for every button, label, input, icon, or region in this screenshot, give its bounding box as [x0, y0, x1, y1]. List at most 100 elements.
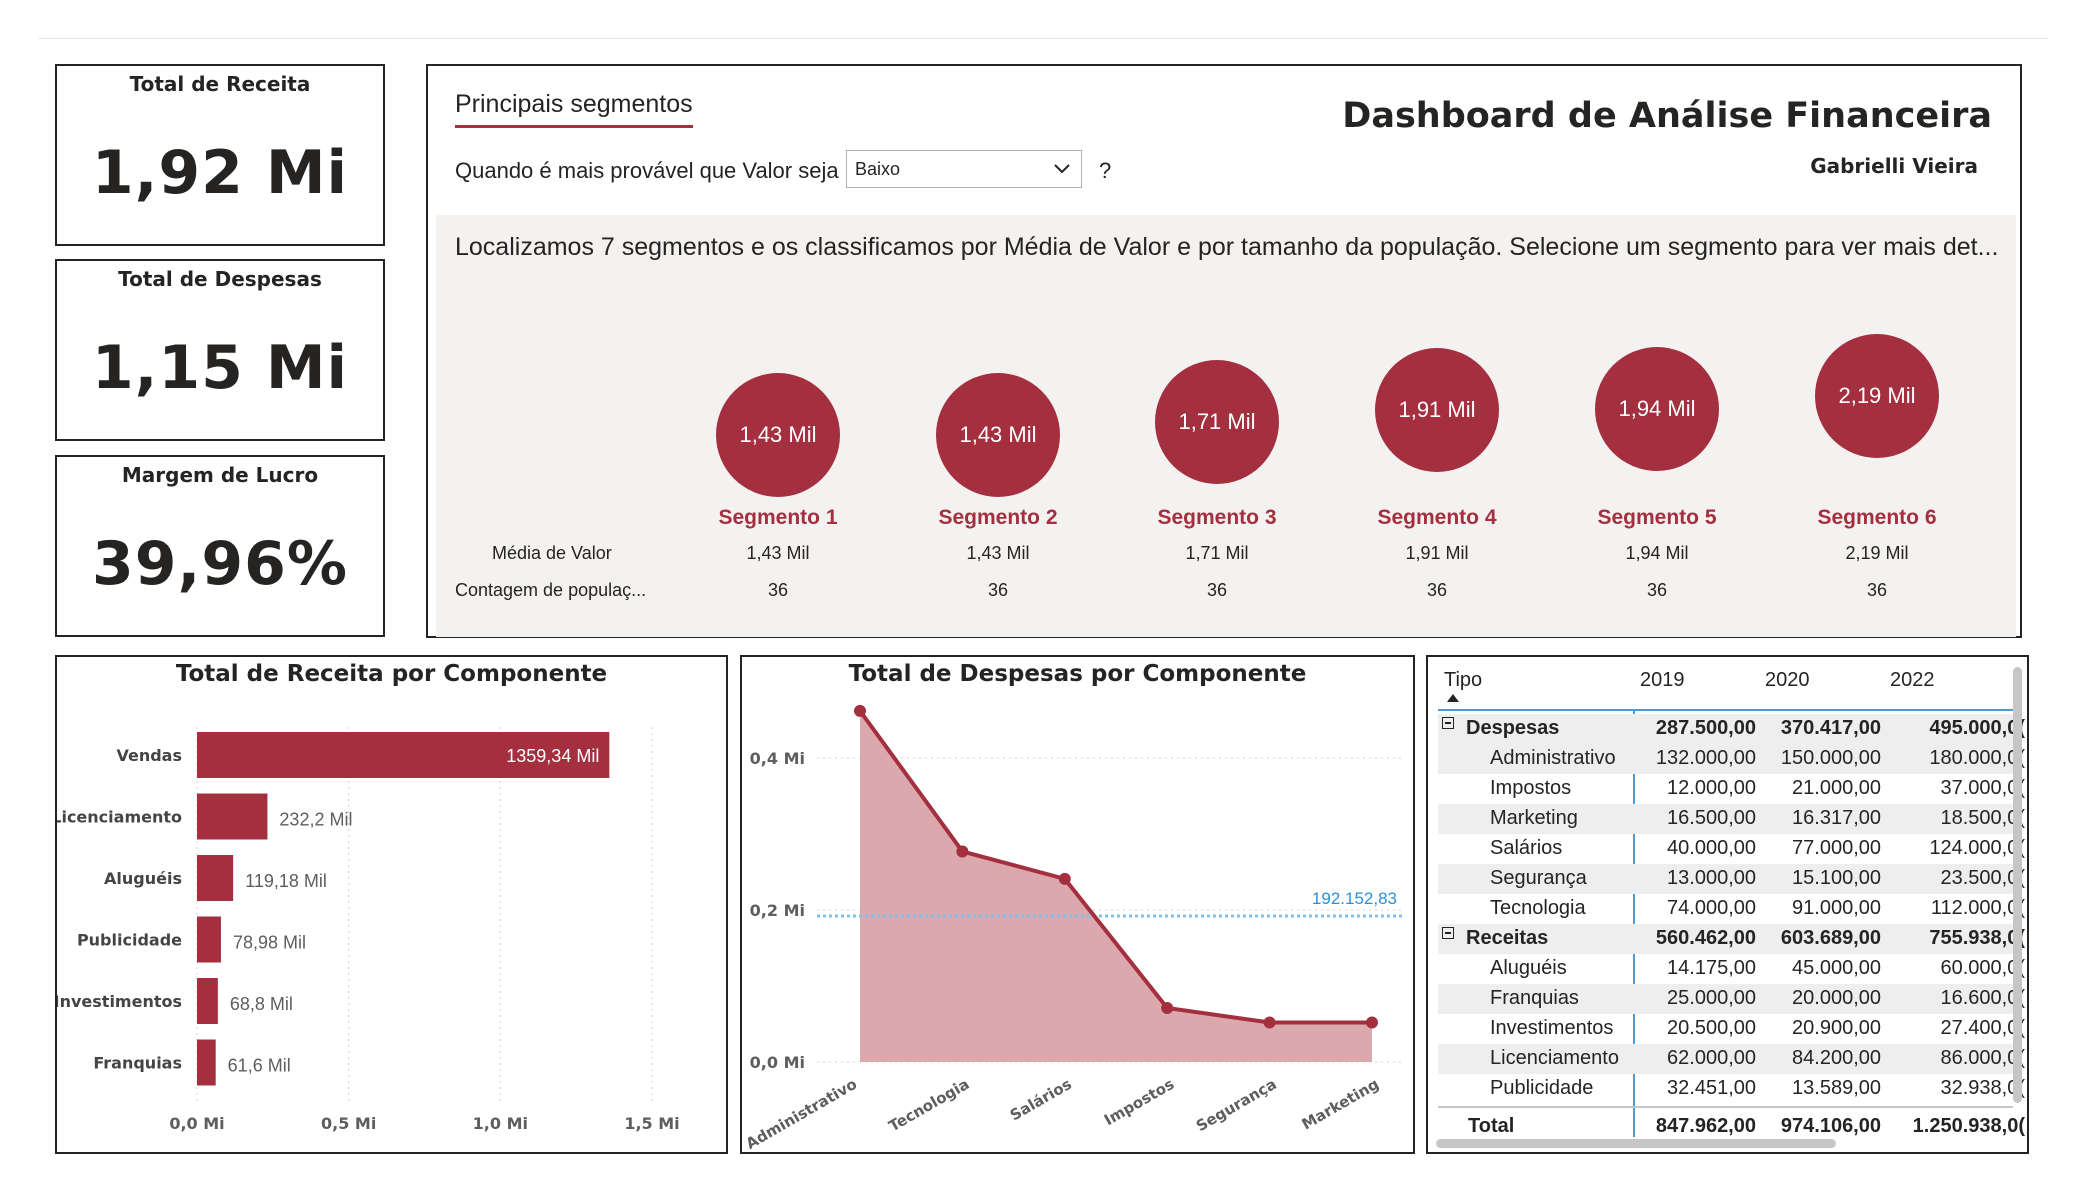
segment-bubble-6[interactable]: 2,19 Mil [1815, 334, 1939, 458]
matrix-group-row[interactable]: Despesas 287.500,00 370.417,00 495.000,0( [1438, 714, 2025, 744]
y-tick-label: 0,0 Mi [750, 1053, 805, 1072]
matrix-row[interactable]: Investimentos 20.500,00 20.900,00 27.400,0( [1438, 1014, 2025, 1044]
category-label: Investimentos [57, 992, 182, 1011]
row-label: Investimentos [1490, 1017, 1614, 1039]
kpi-card-receita[interactable]: Total de Receita 1,92 Mi [55, 64, 385, 246]
segment-label-2[interactable]: Segmento 2 [908, 506, 1088, 530]
matrix-header-2022[interactable]: 2022 [1890, 669, 1935, 692]
segment-contagem-1: 36 [767, 580, 789, 600]
data-point [1161, 1002, 1174, 1015]
segment-media-6: 2,19 Mil [1845, 543, 1909, 563]
bar [197, 916, 221, 963]
row-label: Licenciamento [1490, 1047, 1619, 1069]
matrix-group-row[interactable]: Receitas 560.462,00 603.689,00 755.938,0( [1438, 924, 2025, 954]
x-tick-label: 1,5 Mi [624, 1114, 679, 1133]
data-point [854, 704, 866, 717]
row-label: Administrativo [1490, 747, 1616, 769]
segment-bubble-4[interactable]: 1,91 Mil [1375, 348, 1499, 472]
matrix-header-2020[interactable]: 2020 [1765, 669, 1810, 692]
cell-value: 86.000,0( [1940, 1047, 2025, 1069]
matrix-row[interactable]: Licenciamento 62.000,00 84.200,00 86.000,0( [1438, 1044, 2025, 1074]
data-label: 1359,34 Mil [506, 746, 599, 766]
matrix-row[interactable]: Tecnologia 74.000,00 91.000,00 112.000,0( [1438, 894, 2025, 924]
matrix-row[interactable]: Marketing 16.500,00 16.317,00 18.500,0( [1438, 804, 2025, 834]
cell-value: 37.000,0( [1940, 777, 2025, 799]
data-point [1058, 872, 1071, 885]
matrix-row[interactable]: Administrativo 132.000,00 150.000,00 180.00… [1438, 744, 2025, 774]
cell-value: 60.000,0( [1940, 957, 2025, 979]
segment-bubble-5[interactable]: 1,94 Mil [1595, 347, 1719, 471]
cell-value: 1.250.938,0( [1912, 1115, 2025, 1137]
segment-label-1[interactable]: Segmento 1 [688, 506, 868, 530]
cell-value: 16.317,00 [1792, 807, 1881, 829]
matrix-header-tipo[interactable]: Tipo [1444, 669, 1482, 692]
help-button[interactable]: ? [1099, 158, 1111, 184]
segment-label-3[interactable]: Segmento 3 [1127, 506, 1307, 530]
kpi-title: Total de Despesas [118, 267, 322, 291]
row-label: Franquias [1490, 987, 1579, 1009]
row-label: Receitas [1466, 927, 1549, 949]
row-label-media: Média de Valor [492, 543, 612, 563]
segment-bubble-1[interactable]: 1,43 Mil [716, 373, 840, 497]
cell-value: 62.000,00 [1667, 1047, 1756, 1069]
x-category-label: Impostos [1101, 1075, 1177, 1129]
expenses-chart-panel[interactable]: Total de Despesas por Componente 0,0 Mi 0… [740, 655, 1415, 1154]
segments-description: Localizamos 7 segmentos e os classificam… [455, 233, 1999, 261]
horizontal-scrollbar[interactable] [1436, 1139, 1836, 1148]
matrix-row[interactable]: Publicidade 32.451,00 13.589,00 32.938,0( [1438, 1074, 2025, 1104]
data-label: 232,2 Mil [279, 810, 352, 830]
segment-media-4: 1,91 Mil [1405, 543, 1469, 563]
segment-label-5[interactable]: Segmento 5 [1567, 506, 1747, 530]
category-label: Vendas [116, 746, 182, 765]
segment-label-6[interactable]: Segmento 6 [1787, 506, 1967, 530]
matrix-header-2019[interactable]: 2019 [1640, 669, 1685, 692]
matrix-row[interactable]: Franquias 25.000,00 20.000,00 16.600,0( [1438, 984, 2025, 1014]
tab-principais-segmentos[interactable]: Principais segmentos [455, 90, 693, 128]
cell-value: 974.106,00 [1780, 1115, 1881, 1137]
kpi-card-despesas[interactable]: Total de Despesas 1,15 Mi [55, 259, 385, 441]
revenue-chart-panel[interactable]: Total de Receita por Componente 0,0 Mi 0,… [55, 655, 728, 1154]
cell-value: 15.100,00 [1792, 867, 1881, 889]
chevron-down-icon [1054, 164, 1070, 174]
value-dropdown[interactable]: Baixo [846, 150, 1082, 188]
cell-value: 20.000,00 [1792, 987, 1881, 1009]
author-name: Gabrielli Vieira [1810, 154, 1978, 178]
segment-bubble-2[interactable]: 1,43 Mil [936, 373, 1060, 497]
financial-matrix[interactable]: Tipo 2019 2020 2022 Despesas 287.500,00 37… [1426, 655, 2029, 1154]
segment-contagem-3: 36 [1206, 580, 1228, 600]
matrix-total-row[interactable]: Total 847.962,00 974.106,00 1.250.938,0( [1438, 1112, 2025, 1142]
collapse-icon[interactable] [1442, 927, 1454, 939]
cell-value: 91.000,00 [1792, 897, 1881, 919]
segment-contagem-5: 36 [1646, 580, 1668, 600]
matrix-row[interactable]: Impostos 12.000,00 21.000,00 37.000,0( [1438, 774, 2025, 804]
x-category-label: Segurança [1193, 1075, 1280, 1135]
cell-value: 23.500,0( [1940, 867, 2025, 889]
cell-value: 132.000,00 [1655, 747, 1756, 769]
cell-value: 84.200,00 [1792, 1047, 1881, 1069]
x-category-label: Tecnologia [886, 1075, 973, 1135]
vertical-scrollbar[interactable] [2013, 667, 2022, 1103]
row-label: Salários [1490, 837, 1563, 859]
category-label: Franquias [93, 1054, 182, 1073]
segment-label-4[interactable]: Segmento 4 [1347, 506, 1527, 530]
matrix-row[interactable]: Segurança 13.000,00 15.100,00 23.500,0( [1438, 864, 2025, 894]
segment-bubble-3[interactable]: 1,71 Mil [1155, 360, 1279, 484]
collapse-icon[interactable] [1442, 717, 1454, 729]
data-label: 119,18 Mil [245, 871, 327, 891]
x-tick-label: 1,0 Mi [473, 1114, 528, 1133]
segment-question-label: Quando é mais provável que Valor seja [455, 158, 839, 183]
kpi-card-margem[interactable]: Margem de Lucro 39,96% [55, 455, 385, 637]
matrix-row[interactable]: Salários 40.000,00 77.000,00 124.000,0( [1438, 834, 2025, 864]
cell-value: 124.000,0( [1929, 837, 2025, 859]
segments-area: Localizamos 7 segmentos e os classificam… [436, 215, 2016, 637]
data-point [1366, 1016, 1378, 1029]
row-label: Impostos [1490, 777, 1572, 799]
dropdown-selected-value: Baixo [855, 159, 901, 179]
segment-media-5: 1,94 Mil [1625, 543, 1689, 563]
y-tick-label: 0,2 Mi [750, 901, 805, 920]
row-label: Despesas [1466, 717, 1560, 739]
bar [197, 793, 268, 840]
x-category-label: Marketing [1299, 1075, 1382, 1134]
matrix-row[interactable]: Aluguéis 14.175,00 45.000,00 60.000,0( [1438, 954, 2025, 984]
cell-value: 755.938,0( [1929, 927, 2025, 949]
